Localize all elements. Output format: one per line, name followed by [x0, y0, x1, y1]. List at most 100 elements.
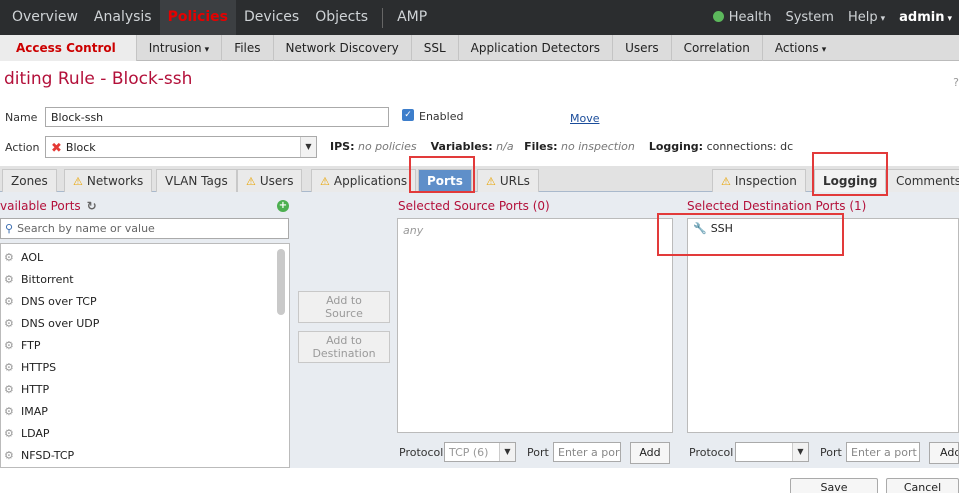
- health-status-icon: [712, 11, 724, 22]
- add-to-destination-line2: Destination: [312, 347, 376, 360]
- subnav-files[interactable]: Files: [222, 34, 274, 61]
- list-item[interactable]: ⚙ HTTPS: [1, 357, 289, 379]
- subnav-intrusion-label: Intrusion: [148, 40, 202, 55]
- refresh-icon[interactable]: ↻: [87, 199, 97, 213]
- destination-port-input[interactable]: Enter a port: [846, 442, 920, 462]
- nav-separator: [382, 7, 384, 28]
- list-item[interactable]: ⚙ Bittorrent: [1, 269, 289, 291]
- list-item[interactable]: ⚙ LDAP: [1, 423, 289, 445]
- list-item-label: LDAP: [21, 427, 50, 440]
- destination-protocol-select[interactable]: ▼: [735, 442, 809, 462]
- help-menu[interactable]: Help ▾: [841, 0, 892, 35]
- source-protocol-select[interactable]: TCP (6) ▼: [444, 442, 516, 462]
- block-x-icon: ✖: [51, 141, 62, 156]
- port-object-icon: ⚙: [4, 361, 14, 374]
- nav-policies[interactable]: Policies: [159, 0, 237, 35]
- list-item[interactable]: ⚙ DNS over UDP: [1, 313, 289, 335]
- ips-label: IPS:: [330, 140, 355, 153]
- list-item-label: Bittorrent: [21, 273, 74, 286]
- add-port-icon[interactable]: +: [277, 200, 289, 212]
- list-item[interactable]: ⚙ FTP: [1, 335, 289, 357]
- nav-amp[interactable]: AMP: [389, 0, 435, 35]
- top-right-menu: Health System Help ▾ admin ▾: [706, 0, 959, 35]
- tab-users-label: Users: [259, 174, 294, 188]
- port-object-icon: ⚙: [4, 405, 14, 418]
- add-to-source-button[interactable]: Add to Source: [298, 291, 390, 323]
- cancel-button[interactable]: Cancel: [886, 478, 959, 493]
- subnav-application-detectors[interactable]: Application Detectors: [459, 34, 614, 61]
- enabled-checkbox[interactable]: ✓: [402, 109, 414, 121]
- source-add-button[interactable]: Add: [630, 442, 670, 464]
- action-label: Action: [5, 141, 40, 154]
- list-item[interactable]: ⚙ AOL: [1, 247, 289, 269]
- port-object-icon: ⚙: [4, 383, 14, 396]
- top-navigation: Overview Analysis Policies Devices Objec…: [0, 0, 959, 35]
- tab-inspection[interactable]: ⚠ Inspection: [712, 169, 806, 192]
- port-search-input[interactable]: ⚲ Search by name or value: [0, 218, 289, 239]
- subnav-correlation[interactable]: Correlation: [672, 34, 763, 61]
- tab-users[interactable]: ⚠ Users: [237, 169, 303, 192]
- add-to-source-line1: Add to: [326, 294, 362, 307]
- subnav-ssl[interactable]: SSL: [412, 34, 459, 61]
- list-item[interactable]: ⚙ HTTP: [1, 379, 289, 401]
- page-title: diting Rule - Block-ssh: [4, 69, 193, 89]
- source-any-text: any: [403, 224, 424, 237]
- subnav-intrusion[interactable]: Intrusion ▾: [137, 34, 223, 61]
- name-label: Name: [5, 111, 38, 124]
- nav-devices[interactable]: Devices: [236, 0, 307, 35]
- subnav-network-discovery[interactable]: Network Discovery: [274, 34, 412, 61]
- warning-icon: ⚠: [246, 175, 256, 188]
- destination-port-label: Port: [820, 446, 842, 459]
- nav-analysis[interactable]: Analysis: [86, 0, 160, 35]
- action-value: Block: [65, 141, 96, 154]
- available-ports-label: vailable Ports: [0, 199, 81, 213]
- subnav-actions[interactable]: Actions ▾: [763, 35, 838, 61]
- destination-ports-title: Selected Destination Ports (1): [687, 199, 867, 213]
- available-ports-list[interactable]: ⚙ AOL ⚙ Bittorrent ⚙ DNS over TCP ⚙ DNS over…: [0, 243, 290, 468]
- source-port-input[interactable]: Enter a port: [553, 442, 621, 462]
- annotation-box-ssh: [657, 213, 844, 256]
- files-value: no inspection: [561, 140, 635, 153]
- tab-comments[interactable]: Comments: [887, 169, 959, 192]
- chevron-down-icon: ▾: [947, 14, 952, 24]
- tab-networks[interactable]: ⚠ Networks: [64, 169, 153, 192]
- tab-zones[interactable]: Zones: [2, 169, 57, 192]
- nav-overview[interactable]: Overview: [0, 0, 86, 35]
- list-item-label: AOL: [21, 251, 44, 264]
- tab-vlan-tags[interactable]: VLAN Tags: [156, 169, 237, 192]
- save-button[interactable]: Save: [790, 478, 878, 493]
- list-item[interactable]: ⚙ DNS over TCP: [1, 291, 289, 313]
- admin-label: admin: [899, 10, 945, 25]
- admin-menu[interactable]: admin ▾: [892, 0, 959, 35]
- subnav-access-control[interactable]: Access Control: [0, 34, 137, 61]
- source-ports-panel[interactable]: [397, 218, 673, 433]
- list-item-label: NFSD-TCP: [21, 449, 75, 462]
- health-link[interactable]: Health: [706, 0, 779, 35]
- annotation-box-ports: [409, 156, 475, 193]
- action-select[interactable]: ✖ Block ▼: [45, 136, 317, 158]
- variables-label: Variables:: [430, 140, 493, 153]
- annotation-box-logging: [812, 152, 888, 196]
- tab-urls[interactable]: ⚠ URLs: [477, 169, 539, 192]
- nav-objects[interactable]: Objects: [307, 0, 376, 35]
- ips-value: no policies: [357, 140, 417, 153]
- system-link[interactable]: System: [778, 0, 840, 35]
- add-to-destination-button[interactable]: Add to Destination: [298, 331, 390, 363]
- list-item-label: DNS over TCP: [21, 295, 97, 308]
- name-input[interactable]: Block-ssh: [45, 107, 389, 127]
- list-item[interactable]: ⚙ NFSD-TCP: [1, 445, 289, 467]
- search-icon: ⚲: [5, 222, 14, 235]
- list-scrollbar[interactable]: [277, 249, 285, 315]
- move-link[interactable]: Move: [570, 112, 600, 125]
- list-item[interactable]: ⚙ IMAP: [1, 401, 289, 423]
- destination-add-button[interactable]: Add: [929, 442, 959, 464]
- help-icon[interactable]: ?: [953, 76, 959, 89]
- tab-networks-label: Networks: [86, 174, 144, 188]
- tab-applications[interactable]: ⚠ Applications: [311, 169, 417, 192]
- sub-navigation: Access Control Intrusion ▾ Files Network …: [0, 34, 959, 61]
- subnav-users[interactable]: Users: [613, 34, 672, 61]
- chevron-down-icon: ▾: [880, 14, 886, 24]
- chevron-down-icon: ▾: [204, 44, 210, 55]
- add-to-destination-line1: Add to: [326, 334, 362, 347]
- port-object-icon: ⚙: [4, 295, 14, 308]
